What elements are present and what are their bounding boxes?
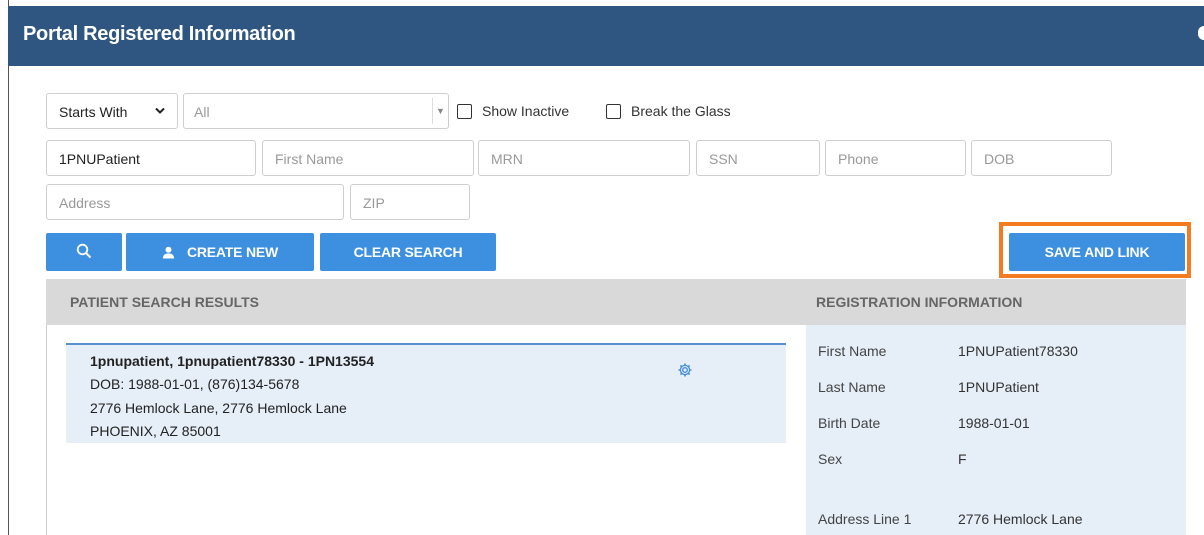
- save-and-link-button[interactable]: SAVE AND LINK: [1009, 233, 1185, 271]
- checkbox-icon[interactable]: [606, 103, 621, 119]
- checkbox-icon[interactable]: [457, 103, 472, 119]
- clear-search-button[interactable]: CLEAR SEARCH: [320, 233, 496, 271]
- patient-city: PHOENIX, AZ 85001: [90, 423, 221, 439]
- create-new-label: CREATE NEW: [186, 244, 279, 260]
- ssn-input[interactable]: SSN: [696, 140, 820, 176]
- scope-value: All: [194, 104, 210, 120]
- chevron-down-icon: [155, 104, 165, 118]
- patient-dob-phone: DOB: 1988-01-01, (876)134-5678: [90, 376, 300, 392]
- show-inactive-checkbox[interactable]: Show Inactive: [457, 101, 569, 121]
- first-name-value: 1PNUPatient78330: [958, 343, 1078, 359]
- page-title: Portal Registered Information: [23, 23, 296, 45]
- patient-search-results-heading: PATIENT SEARCH RESULTS: [70, 294, 260, 310]
- first-name-label: First Name: [818, 343, 887, 359]
- last-name-label: Last Name: [818, 379, 886, 395]
- break-glass-label: Break the Glass: [631, 103, 731, 119]
- address-line-1-value: 2776 Hemlock Lane: [958, 511, 1083, 527]
- last-name-value: 1PNUPatient: [958, 379, 1039, 395]
- break-glass-checkbox[interactable]: Break the Glass: [606, 101, 731, 121]
- match-mode-value: Starts With: [59, 104, 128, 120]
- search-button[interactable]: [46, 233, 122, 271]
- zip-input[interactable]: ZIP: [350, 184, 470, 220]
- phone-input[interactable]: Phone: [825, 140, 966, 176]
- last-name-input[interactable]: 1PNUPatient: [46, 140, 256, 176]
- save-and-link-label: SAVE AND LINK: [1044, 244, 1150, 260]
- registration-information-heading: REGISTRATION INFORMATION: [816, 294, 1023, 310]
- first-name-input[interactable]: First Name: [262, 140, 474, 176]
- gear-icon[interactable]: [677, 362, 693, 383]
- results-header: PATIENT SEARCH RESULTS REGISTRATION INFO…: [46, 279, 1186, 325]
- close-icon[interactable]: [1198, 26, 1204, 40]
- registration-panel: First Name 1PNUPatient78330 Last Name 1P…: [806, 325, 1186, 535]
- patient-address: 2776 Hemlock Lane, 2776 Hemlock Lane: [90, 400, 347, 416]
- birth-date-value: 1988-01-01: [958, 415, 1030, 431]
- show-inactive-label: Show Inactive: [482, 103, 570, 119]
- address-input[interactable]: Address: [46, 184, 344, 220]
- sex-value: F: [958, 451, 967, 467]
- match-mode-select[interactable]: Starts With: [46, 93, 178, 129]
- patient-name: 1pnupatient, 1pnupatient78330 - 1PN13554: [90, 353, 374, 369]
- mrn-input[interactable]: MRN: [478, 140, 690, 176]
- scope-select[interactable]: All ▼: [183, 93, 449, 129]
- clear-search-label: CLEAR SEARCH: [353, 244, 463, 260]
- create-new-button[interactable]: CREATE NEW: [126, 233, 314, 271]
- search-icon: [76, 243, 92, 262]
- user-icon: [162, 246, 175, 259]
- sex-label: Sex: [818, 451, 843, 467]
- birth-date-label: Birth Date: [818, 415, 881, 431]
- address-line-1-label: Address Line 1: [818, 511, 912, 527]
- page-header: Portal Registered Information: [8, 6, 1204, 66]
- patient-result-card[interactable]: 1pnupatient, 1pnupatient78330 - 1PN13554…: [66, 343, 786, 443]
- dob-input[interactable]: DOB: [971, 140, 1112, 176]
- dropdown-arrow-icon: ▼: [432, 98, 448, 124]
